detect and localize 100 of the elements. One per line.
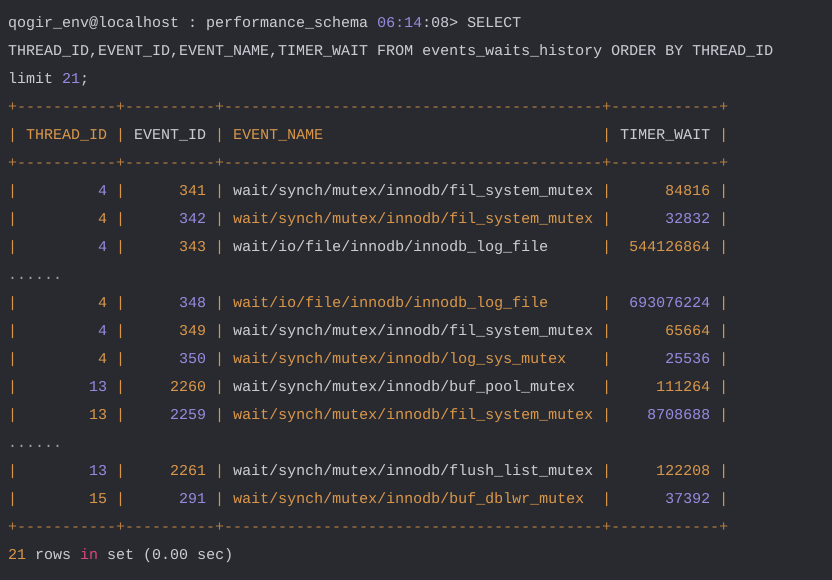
column-separator: | xyxy=(116,210,126,230)
column-separator: | xyxy=(719,126,728,146)
column-separator: | xyxy=(8,322,18,342)
column-separator: | xyxy=(215,378,224,398)
table-cell-text: 4 xyxy=(98,182,108,202)
table-border-line: +-----------+----------+------------------------------------------+------------+ xyxy=(8,98,728,118)
column-separator: | xyxy=(719,322,728,342)
column-separator: | xyxy=(215,182,224,202)
command-line: limit 21; xyxy=(8,70,90,90)
table-cell-text: 343 xyxy=(179,238,206,258)
column-separator: | xyxy=(602,238,612,258)
column-separator: | xyxy=(215,490,224,510)
table-cell-text: 350 xyxy=(179,350,206,370)
column-separator: | xyxy=(215,238,224,258)
column-separator: | xyxy=(116,322,126,342)
command-line: THREAD_ID,EVENT_ID,EVENT_NAME,TIMER_WAIT FROM events_waits_history ORDER BY THREAD_ID xyxy=(8,42,774,62)
table-cell-text: 2260 xyxy=(170,378,206,398)
column-separator: | xyxy=(8,294,18,314)
column-separator: | xyxy=(215,126,224,146)
column-separator: | xyxy=(602,210,612,230)
ellipsis-text: ...... xyxy=(8,266,62,286)
table-cell-text: 2261 xyxy=(170,462,206,482)
table-cell-text: 4 xyxy=(98,350,108,370)
table-cell-text: 15 xyxy=(89,490,108,510)
column-separator: | xyxy=(719,182,728,202)
table-cell-text: wait/synch/mutex/innodb/buf_pool_mutex xyxy=(233,378,576,398)
column-separator: | xyxy=(719,294,728,314)
table-cell-text: 544126864 xyxy=(629,238,710,258)
table-cell-text: 4 xyxy=(98,210,108,230)
column-header: EVENT_NAME xyxy=(233,126,324,146)
column-separator: | xyxy=(215,294,224,314)
column-separator: | xyxy=(8,182,18,202)
column-separator: | xyxy=(116,406,126,426)
table-cell-text: 4 xyxy=(98,294,108,314)
table-cell-text: 25536 xyxy=(665,350,710,370)
table-cell-text: 341 xyxy=(179,182,206,202)
column-separator: | xyxy=(215,210,224,230)
column-separator: | xyxy=(719,378,728,398)
column-separator: | xyxy=(116,238,126,258)
column-separator: | xyxy=(116,182,126,202)
column-separator: | xyxy=(215,406,224,426)
column-separator: | xyxy=(116,462,126,482)
column-header: EVENT_ID xyxy=(134,126,206,146)
table-cell-text: 13 xyxy=(89,406,108,426)
column-separator: | xyxy=(602,322,612,342)
table-cell-text: wait/synch/mutex/innodb/fil_system_mutex xyxy=(233,322,594,342)
column-separator: | xyxy=(8,462,18,482)
command-line: qogir_env@localhost : performance_schema 06:14:08> SELECT xyxy=(8,14,522,34)
column-separator: | xyxy=(8,406,18,426)
table-cell-text: 4 xyxy=(98,238,108,258)
table-cell-text: 84816 xyxy=(665,182,710,202)
table-cell-text: 8708688 xyxy=(647,406,710,426)
column-separator: | xyxy=(8,490,18,510)
column-separator: | xyxy=(215,322,224,342)
column-separator: | xyxy=(116,126,126,146)
column-separator: | xyxy=(602,350,612,370)
column-separator: | xyxy=(602,182,612,202)
column-header: THREAD_ID xyxy=(26,126,108,146)
table-cell-text: 693076224 xyxy=(629,294,710,314)
table-cell-text: 32832 xyxy=(665,210,710,230)
column-separator: | xyxy=(719,490,728,510)
column-separator: | xyxy=(719,406,728,426)
table-cell-text: 348 xyxy=(179,294,206,314)
column-separator: | xyxy=(215,350,224,370)
column-separator: | xyxy=(602,462,612,482)
column-separator: | xyxy=(602,378,612,398)
column-separator: | xyxy=(8,126,18,146)
table-cell-text: 4 xyxy=(98,322,108,342)
ellipsis-text: ...... xyxy=(8,434,62,454)
table-cell-text: wait/io/file/innodb/innodb_log_file xyxy=(233,238,548,258)
table-cell-text: wait/io/file/innodb/innodb_log_file xyxy=(233,294,548,314)
table-cell-text: 111264 xyxy=(656,378,710,398)
column-separator: | xyxy=(719,462,728,482)
table-cell-text: wait/synch/mutex/innodb/fil_system_mutex xyxy=(233,182,594,202)
column-separator: | xyxy=(116,490,126,510)
column-separator: | xyxy=(719,350,728,370)
table-cell-text: 122208 xyxy=(656,462,710,482)
column-separator: | xyxy=(719,238,728,258)
table-cell-text: 13 xyxy=(89,462,108,482)
column-separator: | xyxy=(602,406,612,426)
table-cell-text: 342 xyxy=(179,210,206,230)
column-separator: | xyxy=(719,210,728,230)
table-cell-text: wait/synch/mutex/innodb/log_sys_mutex xyxy=(233,350,566,370)
table-cell-text: 2259 xyxy=(170,406,206,426)
column-separator: | xyxy=(8,378,18,398)
column-separator: | xyxy=(602,126,612,146)
table-cell-text: wait/synch/mutex/innodb/buf_dblwr_mutex xyxy=(233,490,584,510)
table-border-line: +-----------+----------+------------------------------------------+------------+ xyxy=(8,154,728,174)
column-separator: | xyxy=(602,490,612,510)
result-summary: 21 rows in set (0.00 sec) xyxy=(8,546,234,566)
column-separator: | xyxy=(8,350,18,370)
column-separator: | xyxy=(8,238,18,258)
column-separator: | xyxy=(215,462,224,482)
table-cell-text: 349 xyxy=(179,322,206,342)
table-cell-text: wait/synch/mutex/innodb/fil_system_mutex xyxy=(233,406,594,426)
column-separator: | xyxy=(8,210,18,230)
column-separator: | xyxy=(116,350,126,370)
table-cell-text: 13 xyxy=(89,378,108,398)
table-border-line: +-----------+----------+------------------------------------------+------------+ xyxy=(8,518,728,538)
table-cell-text: 37392 xyxy=(665,490,710,510)
